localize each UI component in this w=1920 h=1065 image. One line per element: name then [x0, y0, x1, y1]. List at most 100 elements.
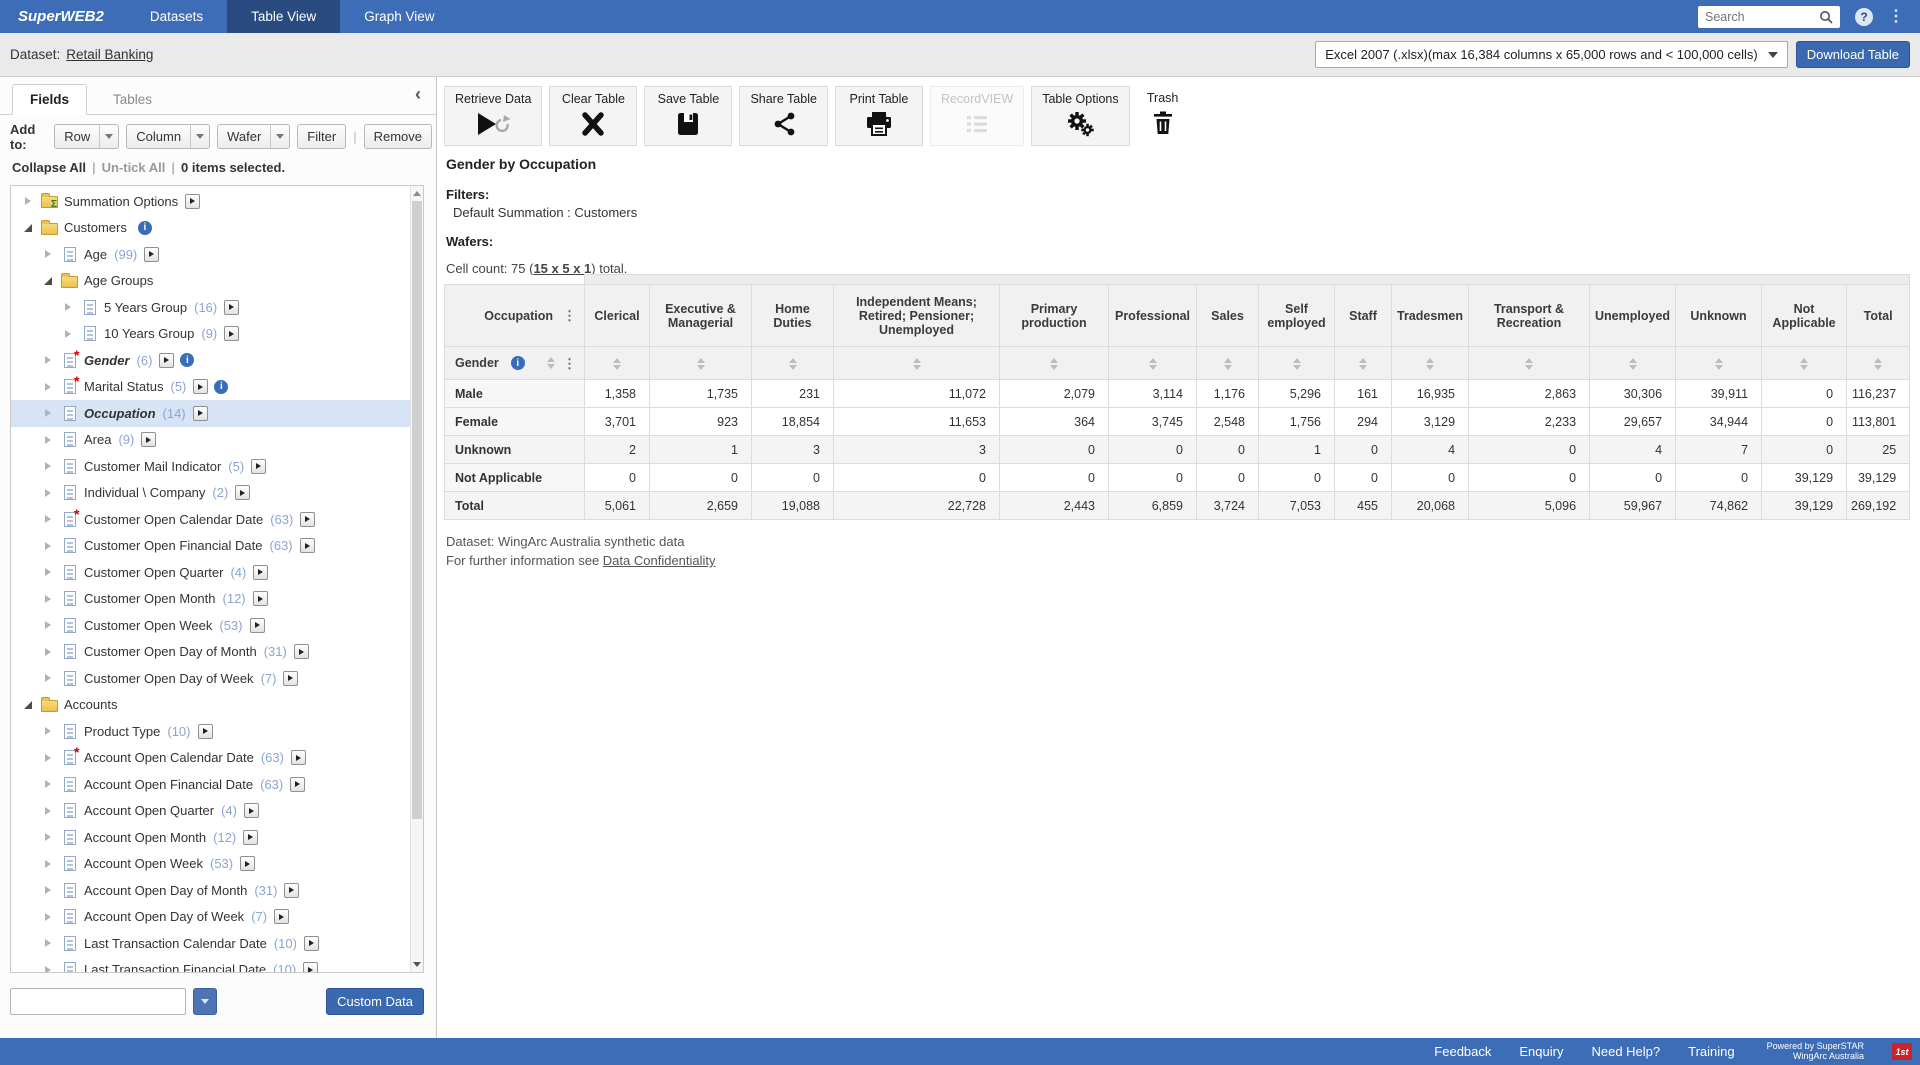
- custom-data-dropdown-button[interactable]: [193, 988, 217, 1015]
- tree-item-customer-open-month[interactable]: Customer Open Month(12): [11, 586, 410, 613]
- sort-cell-self-employed[interactable]: [1259, 347, 1335, 380]
- nav-tab-table-view[interactable]: Table View: [227, 0, 340, 33]
- tree-item-account-open-month[interactable]: Account Open Month(12): [11, 824, 410, 851]
- expand-node-icon[interactable]: [41, 807, 54, 815]
- col-header-primary-production[interactable]: Primary production: [1000, 285, 1109, 347]
- info-icon[interactable]: [138, 221, 152, 235]
- col-header-unemployed[interactable]: Unemployed: [1590, 285, 1676, 347]
- expand-node-icon[interactable]: [41, 568, 54, 576]
- footer-link-need-help[interactable]: Need Help?: [1591, 1044, 1660, 1059]
- add-field-arrow-button[interactable]: [250, 618, 265, 633]
- expand-node-icon[interactable]: [41, 515, 54, 523]
- tab-tables[interactable]: Tables: [96, 84, 169, 115]
- sort-icon[interactable]: [1629, 358, 1637, 370]
- expand-node-icon[interactable]: [41, 383, 54, 391]
- add-field-arrow-button[interactable]: [141, 432, 156, 447]
- add-field-arrow-button[interactable]: [253, 565, 268, 580]
- search-input[interactable]: [1705, 10, 1819, 24]
- add-field-arrow-button[interactable]: [294, 644, 309, 659]
- column-menu-icon[interactable]: ⋮: [563, 309, 576, 322]
- footer-link-feedback[interactable]: Feedback: [1434, 1044, 1491, 1059]
- tree-item-customer-open-quarter[interactable]: Customer Open Quarter(4): [11, 559, 410, 586]
- tree-item-customer-mail-indicator[interactable]: Customer Mail Indicator(5): [11, 453, 410, 480]
- sort-icon[interactable]: [1525, 358, 1533, 370]
- sort-icon[interactable]: [1050, 358, 1058, 370]
- expand-node-icon[interactable]: [41, 939, 54, 947]
- row-header-male[interactable]: Male: [445, 380, 585, 408]
- collapse-node-icon[interactable]: [41, 277, 54, 285]
- export-format-select[interactable]: Excel 2007 (.xlsx)(max 16,384 columns x …: [1315, 41, 1787, 68]
- save-table-button[interactable]: Save Table: [644, 86, 732, 146]
- scrollbar-up-arrow-icon[interactable]: [411, 187, 423, 200]
- row-header-not-applicable[interactable]: Not Applicable: [445, 464, 585, 492]
- col-header-not-applicable[interactable]: Not Applicable: [1762, 285, 1847, 347]
- expand-node-icon[interactable]: [41, 674, 54, 682]
- tree-item-occupation[interactable]: Occupation(14): [11, 400, 410, 427]
- expand-node-icon[interactable]: [41, 250, 54, 258]
- add-field-arrow-button[interactable]: [235, 485, 250, 500]
- overflow-menu-icon[interactable]: ⋮: [1888, 9, 1904, 25]
- sort-icon[interactable]: [1224, 358, 1232, 370]
- add-field-arrow-button[interactable]: [193, 406, 208, 421]
- sort-icon[interactable]: [1715, 358, 1723, 370]
- sort-cell-tradesmen[interactable]: [1392, 347, 1469, 380]
- tree-item-customer-open-day-of-month[interactable]: Customer Open Day of Month(31): [11, 639, 410, 666]
- sort-cell-unemployed[interactable]: [1590, 347, 1676, 380]
- expand-node-icon[interactable]: [41, 436, 54, 444]
- add-field-arrow-button[interactable]: [224, 326, 239, 341]
- sort-cell-primary-production[interactable]: [1000, 347, 1109, 380]
- search-icon[interactable]: [1819, 10, 1833, 24]
- download-table-button[interactable]: Download Table: [1796, 41, 1910, 68]
- wafer-dropdown-caret[interactable]: [270, 125, 289, 148]
- table-options-button[interactable]: Table Options: [1031, 86, 1129, 146]
- expand-node-icon[interactable]: [41, 462, 54, 470]
- sort-icon[interactable]: [1359, 358, 1367, 370]
- tree-item-individual-company[interactable]: Individual \ Company(2): [11, 480, 410, 507]
- sort-icon[interactable]: [1426, 358, 1434, 370]
- expand-node-icon[interactable]: [21, 197, 34, 205]
- tree-item-account-open-day-of-week[interactable]: Account Open Day of Week(7): [11, 904, 410, 931]
- col-header-transport-recreation[interactable]: Transport & Recreation: [1469, 285, 1590, 347]
- col-header-total[interactable]: Total: [1847, 285, 1910, 347]
- tree-item-customer-open-calendar-date[interactable]: *Customer Open Calendar Date(63): [11, 506, 410, 533]
- sort-cell-transport-recreation[interactable]: [1469, 347, 1590, 380]
- sort-icon[interactable]: [1293, 358, 1301, 370]
- untick-all-link[interactable]: Un-tick All: [102, 160, 166, 175]
- sort-cell-sales[interactable]: [1197, 347, 1259, 380]
- tree-item-account-open-quarter[interactable]: Account Open Quarter(4): [11, 798, 410, 825]
- add-field-arrow-button[interactable]: [251, 459, 266, 474]
- tree-item-customer-open-financial-date[interactable]: Customer Open Financial Date(63): [11, 533, 410, 560]
- tree-item-10-years-group[interactable]: 10 Years Group(9): [11, 321, 410, 348]
- col-header-independent-means-retired-pensioner-unemployed[interactable]: Independent Means; Retired; Pensioner; U…: [834, 285, 1000, 347]
- tree-item-age[interactable]: Age(99): [11, 241, 410, 268]
- expand-node-icon[interactable]: [41, 409, 54, 417]
- tree-item-last-transaction-financial-date[interactable]: Last Transaction Financial Date(10): [11, 957, 410, 974]
- row-dropdown-caret[interactable]: [99, 125, 118, 148]
- col-header-clerical[interactable]: Clerical: [585, 285, 650, 347]
- sort-icon[interactable]: [1149, 358, 1157, 370]
- col-header-executive-managerial[interactable]: Executive & Managerial: [650, 285, 752, 347]
- tree-item-5-years-group[interactable]: 5 Years Group(16): [11, 294, 410, 321]
- tree-item-account-open-day-of-month[interactable]: Account Open Day of Month(31): [11, 877, 410, 904]
- add-field-arrow-button[interactable]: [253, 591, 268, 606]
- tree-item-accounts[interactable]: Accounts: [11, 692, 410, 719]
- add-field-arrow-button[interactable]: [284, 883, 299, 898]
- add-field-arrow-button[interactable]: [274, 909, 289, 924]
- print-table-button[interactable]: Print Table: [835, 86, 923, 146]
- tree-scrollbar[interactable]: [410, 186, 423, 972]
- tree-item-customer-open-day-of-week[interactable]: Customer Open Day of Week(7): [11, 665, 410, 692]
- tree-item-product-type[interactable]: Product Type(10): [11, 718, 410, 745]
- custom-data-button[interactable]: Custom Data: [326, 988, 424, 1015]
- col-header-home-duties[interactable]: Home Duties: [752, 285, 834, 347]
- tree-item-age-groups[interactable]: Age Groups: [11, 268, 410, 295]
- info-icon[interactable]: [214, 380, 228, 394]
- tree-item-account-open-financial-date[interactable]: Account Open Financial Date(63): [11, 771, 410, 798]
- add-field-arrow-button[interactable]: [159, 353, 174, 368]
- col-header-staff[interactable]: Staff: [1335, 285, 1392, 347]
- add-field-arrow-button[interactable]: [224, 300, 239, 315]
- add-field-arrow-button[interactable]: [290, 777, 305, 792]
- col-header-tradesmen[interactable]: Tradesmen: [1392, 285, 1469, 347]
- expand-node-icon[interactable]: [41, 780, 54, 788]
- data-confidentiality-link[interactable]: Data Confidentiality: [603, 553, 716, 568]
- column-dimension-header[interactable]: Occupation⋮: [445, 285, 585, 347]
